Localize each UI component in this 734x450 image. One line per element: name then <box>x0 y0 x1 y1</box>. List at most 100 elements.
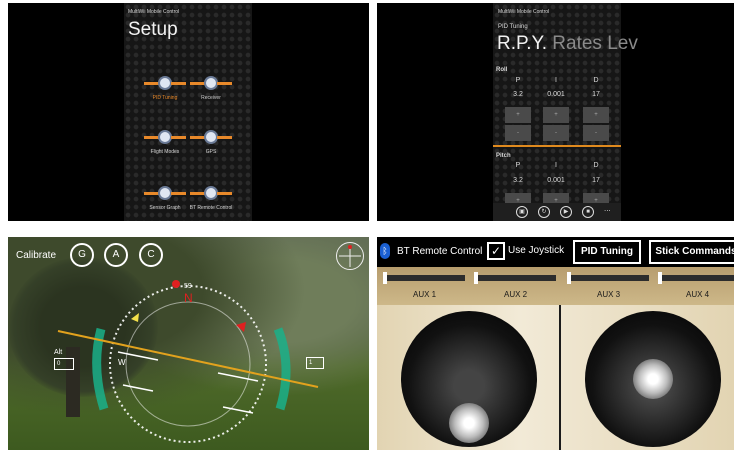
heading-north: N <box>184 291 193 305</box>
drone-arm <box>171 136 186 139</box>
pivot-level[interactable]: Lev <box>607 33 638 54</box>
slider-thumb[interactable] <box>567 272 571 284</box>
drone-arm <box>144 192 159 195</box>
drone-arm <box>217 82 232 85</box>
app-title: MultiWii Mobile Control <box>498 9 550 15</box>
drone-arm <box>144 136 159 139</box>
quadcopter-icon <box>160 132 170 142</box>
joystick-label: Use Joystick <box>508 245 565 256</box>
inner-ring <box>125 301 251 427</box>
remote-screen: ᛒ BT Remote Control ✓ Use Joystick PID T… <box>377 237 734 450</box>
roll-d-plus[interactable]: + <box>583 107 609 123</box>
bluetooth-icon: ᛒ <box>380 243 390 259</box>
quadcopter-icon <box>160 78 170 88</box>
pivot-rpy[interactable]: R.P.Y. <box>497 33 547 54</box>
left-joystick-pad[interactable] <box>401 311 537 447</box>
roll-p-minus[interactable]: - <box>505 125 531 141</box>
aux1-slider[interactable] <box>383 272 465 284</box>
setup-screen: MultiWii Mobile Control Setup PID Tuning… <box>8 3 369 221</box>
left-joystick-knob[interactable] <box>449 403 489 443</box>
drone-arm <box>190 192 205 195</box>
pitch-i-value: 0.001 <box>547 177 565 184</box>
aux2-slider[interactable] <box>474 272 556 284</box>
drone-arm <box>171 82 186 85</box>
joystick-checkbox[interactable]: ✓ <box>487 242 505 260</box>
tile-sensor-graph[interactable]: Sensor Graph <box>144 183 186 217</box>
more-button[interactable]: ... <box>604 204 611 213</box>
play-icon[interactable]: ▶ <box>560 206 572 218</box>
aux2-label: AUX 2 <box>504 290 528 299</box>
pid-screen: MultiWii Mobile Control PID Tuning R.P.Y… <box>377 3 734 221</box>
sticks-divider <box>559 305 561 450</box>
slider-thumb[interactable] <box>474 272 478 284</box>
tile-receiver[interactable]: Receiver <box>190 73 232 107</box>
aux3-label: AUX 3 <box>597 290 621 299</box>
drone-arm <box>190 136 205 139</box>
roll-p-value: 3.2 <box>513 91 523 98</box>
quadcopter-icon <box>206 188 216 198</box>
save-icon[interactable]: ▣ <box>516 206 528 218</box>
app-bar: ▣ ↻ ▶ ■ ... <box>493 203 621 221</box>
aux-panel: AUX 1 AUX 2 AUX 3 AUX 4 <box>377 267 734 305</box>
hud-screen: Calibrate G A C 59 N W Alt 0 1 <box>8 237 369 450</box>
section-divider <box>493 145 621 147</box>
pitch-ladder <box>122 384 154 392</box>
tile-bt-remote[interactable]: BT Remote Control <box>190 183 232 217</box>
quadcopter-icon <box>206 78 216 88</box>
right-joystick-knob[interactable] <box>633 359 673 399</box>
right-arc-indicator <box>273 327 291 411</box>
refresh-icon[interactable]: ↻ <box>538 206 550 218</box>
tile-flight-modes[interactable]: Flight Modes <box>144 127 186 161</box>
tile-label: Receiver <box>201 95 221 101</box>
yellow-marker <box>131 313 139 322</box>
slider-thumb[interactable] <box>383 272 387 284</box>
stick-commands-button[interactable]: Stick Commands <box>649 240 734 264</box>
header-d: D <box>593 162 599 169</box>
altitude-value: 0 <box>54 358 74 370</box>
aux4-label: AUX 4 <box>686 290 710 299</box>
pitch-p-value: 3.2 <box>513 177 523 184</box>
roll-i-minus[interactable]: - <box>543 125 569 141</box>
section-roll: Roll <box>496 67 508 73</box>
roll-i-plus[interactable]: + <box>543 107 569 123</box>
altitude-label: Alt <box>54 349 63 356</box>
header-i: I <box>555 77 557 84</box>
pivot-header: R.P.Y. Rates Lev <box>497 33 638 55</box>
roll-d-value: 17 <box>592 91 600 98</box>
drone-arm <box>190 82 205 85</box>
app-title: MultiWii Mobile Control <box>128 9 180 15</box>
attitude-overlay <box>57 280 319 443</box>
pivot-rates[interactable]: Rates <box>552 33 602 54</box>
compass-ring <box>109 285 267 443</box>
setup-page: MultiWii Mobile Control Setup PID Tuning… <box>124 3 252 221</box>
tile-pid-tuning[interactable]: PID Tuning <box>144 73 186 107</box>
slider-thumb[interactable] <box>658 272 662 284</box>
right-joystick-pad[interactable] <box>585 311 721 447</box>
section-pitch: Pitch <box>496 153 511 159</box>
tile-gps[interactable]: GPS <box>190 127 232 161</box>
aux1-label: AUX 1 <box>413 290 437 299</box>
quadcopter-icon <box>160 188 170 198</box>
upload-icon[interactable]: ■ <box>582 206 594 218</box>
quadcopter-icon <box>206 132 216 142</box>
page-title: PID Tuning <box>498 24 528 30</box>
header-d: D <box>593 77 599 84</box>
pitch-ladder <box>217 372 259 382</box>
tile-label: BT Remote Control <box>189 205 233 211</box>
speed-value: 1 <box>306 357 324 369</box>
roll-d-minus[interactable]: - <box>583 125 609 141</box>
aux3-slider[interactable] <box>567 272 649 284</box>
top-bar: ᛒ BT Remote Control ✓ Use Joystick PID T… <box>377 237 734 267</box>
header-p: P <box>515 77 521 84</box>
roll-i-value: 0.001 <box>547 91 565 98</box>
drone-arm <box>217 192 232 195</box>
page-title: Setup <box>128 19 178 40</box>
header-i: I <box>555 162 557 169</box>
roll-p-plus[interactable]: + <box>505 107 531 123</box>
header-p: P <box>515 162 521 169</box>
drone-arm <box>144 82 159 85</box>
aux4-slider[interactable] <box>658 272 734 284</box>
pitch-d-value: 17 <box>592 177 600 184</box>
pid-tuning-button[interactable]: PID Tuning <box>573 240 641 264</box>
drone-arm <box>217 136 232 139</box>
